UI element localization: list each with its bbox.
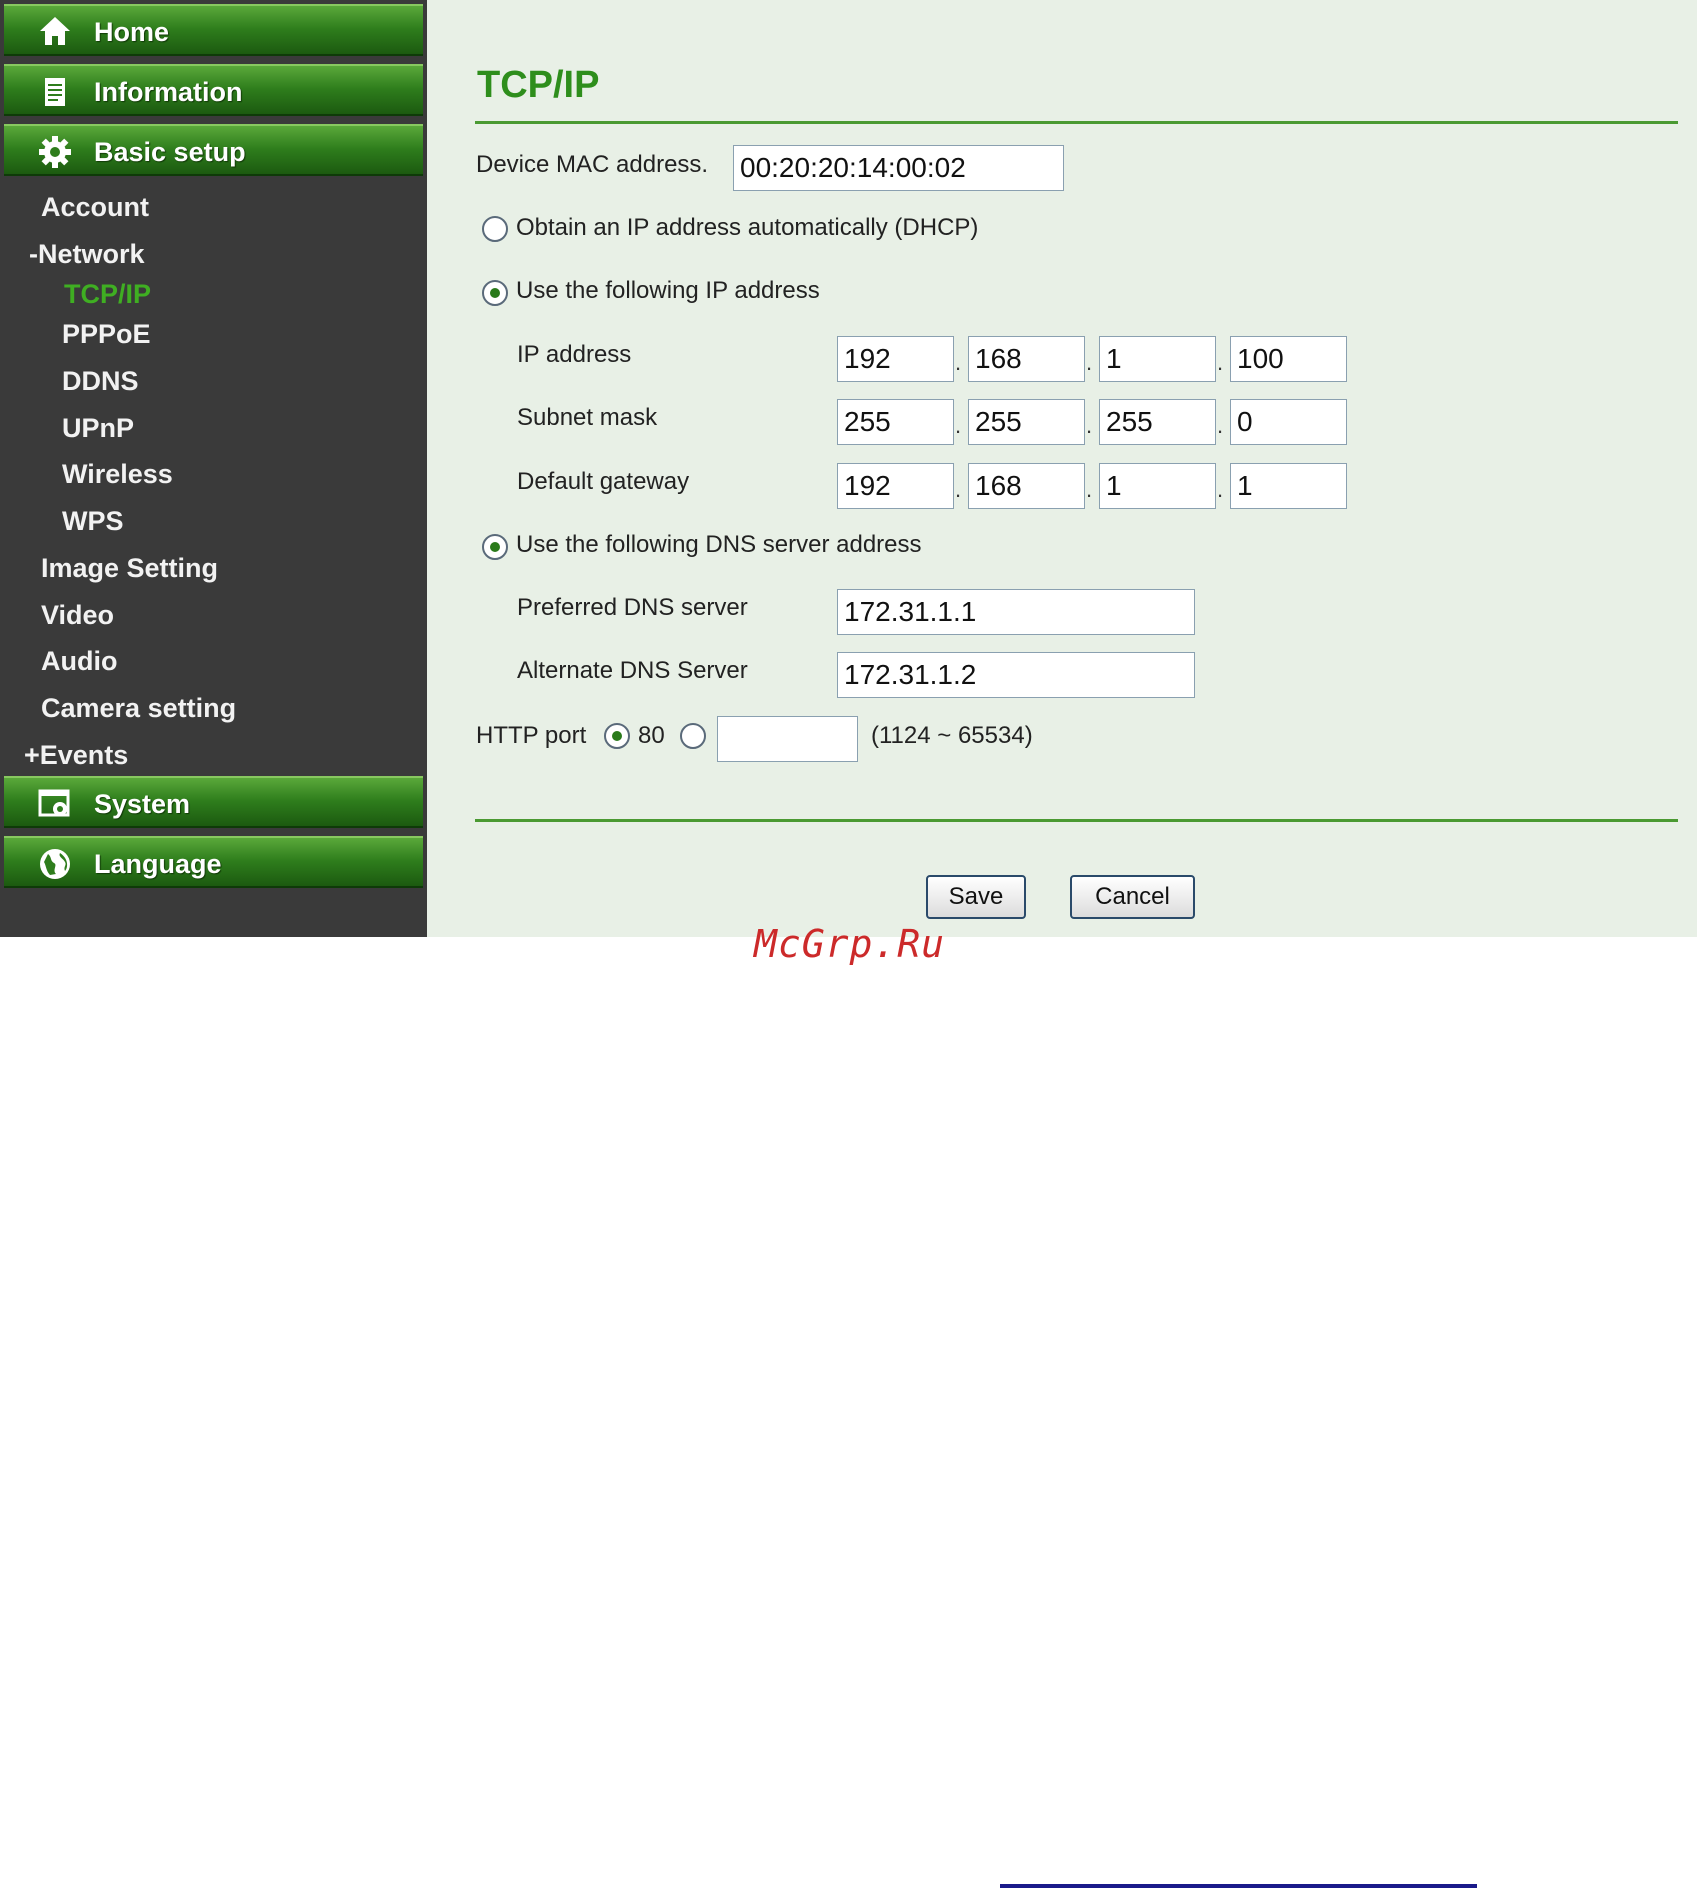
mask-octet-2[interactable] bbox=[968, 399, 1085, 445]
menu-basic-setup[interactable]: Basic setup bbox=[4, 124, 423, 176]
gw-octet-1[interactable] bbox=[837, 463, 954, 509]
sidebar: Home Information Basic setup Account -Ne… bbox=[0, 0, 427, 937]
ip-octet-4[interactable] bbox=[1230, 336, 1347, 382]
sidebar-item-tcpip[interactable]: TCP/IP bbox=[64, 279, 151, 310]
menu-system-label: System bbox=[94, 789, 191, 819]
static-ip-label: Use the following IP address bbox=[516, 277, 820, 304]
mask-dot-2: . bbox=[1086, 413, 1093, 438]
ip-octet-2[interactable] bbox=[968, 336, 1085, 382]
gw-dot-1: . bbox=[955, 477, 962, 502]
dns-label: Use the following DNS server address bbox=[516, 531, 922, 558]
sidebar-item-video[interactable]: Video bbox=[41, 600, 114, 631]
ip-dot-3: . bbox=[1217, 350, 1224, 375]
dhcp-radio[interactable] bbox=[482, 216, 508, 242]
mask-octet-1[interactable] bbox=[837, 399, 954, 445]
document-icon bbox=[45, 78, 65, 106]
sidebar-item-events[interactable]: +Events bbox=[24, 740, 128, 771]
gw-octet-4[interactable] bbox=[1230, 463, 1347, 509]
menu-basic-setup-label: Basic setup bbox=[94, 137, 246, 167]
bottom-rule bbox=[1000, 1884, 1477, 1888]
menu-information[interactable]: Information bbox=[4, 64, 423, 116]
default-gateway-label: Default gateway bbox=[517, 468, 690, 495]
http-port-custom-radio[interactable] bbox=[680, 723, 706, 749]
gw-octet-2[interactable] bbox=[968, 463, 1085, 509]
sidebar-item-camera-setting[interactable]: Camera setting bbox=[41, 693, 236, 724]
menu-home-label: Home bbox=[94, 17, 170, 47]
cancel-button[interactable]: Cancel bbox=[1070, 875, 1195, 919]
app-window: Home Information Basic setup Account -Ne… bbox=[0, 0, 1697, 937]
gear-icon bbox=[39, 136, 71, 168]
dhcp-label: Obtain an IP address automatically (DHCP… bbox=[516, 214, 979, 241]
mask-octet-4[interactable] bbox=[1230, 399, 1347, 445]
http-port-default-radio[interactable] bbox=[604, 723, 630, 749]
page-title: TCP/IP bbox=[477, 64, 600, 106]
menu-home[interactable]: Home bbox=[4, 4, 423, 56]
dns-radio[interactable] bbox=[482, 534, 508, 560]
http-port-field[interactable] bbox=[717, 716, 858, 762]
content-panel: TCP/IP Device MAC address. Obtain an IP … bbox=[427, 0, 1697, 937]
save-button[interactable]: Save bbox=[926, 875, 1026, 919]
ip-address-label: IP address bbox=[517, 341, 632, 368]
menu-information-label: Information bbox=[94, 77, 243, 107]
sidebar-item-account[interactable]: Account bbox=[41, 192, 149, 223]
ip-dot-2: . bbox=[1086, 350, 1093, 375]
gw-octet-3[interactable] bbox=[1099, 463, 1216, 509]
mac-address-field[interactable] bbox=[733, 145, 1064, 191]
watermark-text: McGrp.Ru bbox=[754, 922, 946, 966]
mac-label: Device MAC address. bbox=[476, 151, 709, 178]
subnet-mask-label: Subnet mask bbox=[517, 404, 658, 431]
gw-dot-3: . bbox=[1217, 477, 1224, 502]
menu-system[interactable]: System bbox=[4, 776, 423, 828]
http-port-default-value: 80 bbox=[638, 722, 665, 749]
http-port-label: HTTP port bbox=[476, 722, 587, 749]
static-ip-radio[interactable] bbox=[482, 280, 508, 306]
http-port-range: (1124 ~ 65534) bbox=[871, 722, 1033, 749]
gw-dot-2: . bbox=[1086, 477, 1093, 502]
mask-dot-1: . bbox=[955, 413, 962, 438]
home-icon bbox=[40, 17, 70, 45]
mask-dot-3: . bbox=[1217, 413, 1224, 438]
sidebar-item-wireless[interactable]: Wireless bbox=[62, 459, 173, 490]
sidebar-item-ddns[interactable]: DDNS bbox=[62, 366, 139, 397]
ip-octet-1[interactable] bbox=[837, 336, 954, 382]
ip-dot-1: . bbox=[955, 350, 962, 375]
menu-language-label: Language bbox=[94, 849, 222, 879]
footer-divider bbox=[475, 819, 1678, 822]
ip-octet-3[interactable] bbox=[1099, 336, 1216, 382]
preferred-dns-label: Preferred DNS server bbox=[517, 594, 748, 621]
preferred-dns-field[interactable] bbox=[837, 589, 1195, 635]
alternate-dns-label: Alternate DNS Server bbox=[517, 657, 748, 684]
sidebar-item-network[interactable]: -Network bbox=[29, 239, 145, 270]
sidebar-item-pppoe[interactable]: PPPoE bbox=[62, 319, 151, 350]
mask-octet-3[interactable] bbox=[1099, 399, 1216, 445]
alternate-dns-field[interactable] bbox=[837, 652, 1195, 698]
sidebar-item-image-setting[interactable]: Image Setting bbox=[41, 553, 218, 584]
sidebar-item-audio[interactable]: Audio bbox=[41, 646, 117, 677]
system-window-icon bbox=[38, 789, 70, 817]
menu-language[interactable]: Language bbox=[4, 836, 423, 888]
title-divider bbox=[475, 121, 1678, 124]
globe-icon bbox=[40, 849, 70, 879]
sidebar-item-wps[interactable]: WPS bbox=[62, 506, 124, 537]
sidebar-item-upnp[interactable]: UPnP bbox=[62, 413, 134, 444]
